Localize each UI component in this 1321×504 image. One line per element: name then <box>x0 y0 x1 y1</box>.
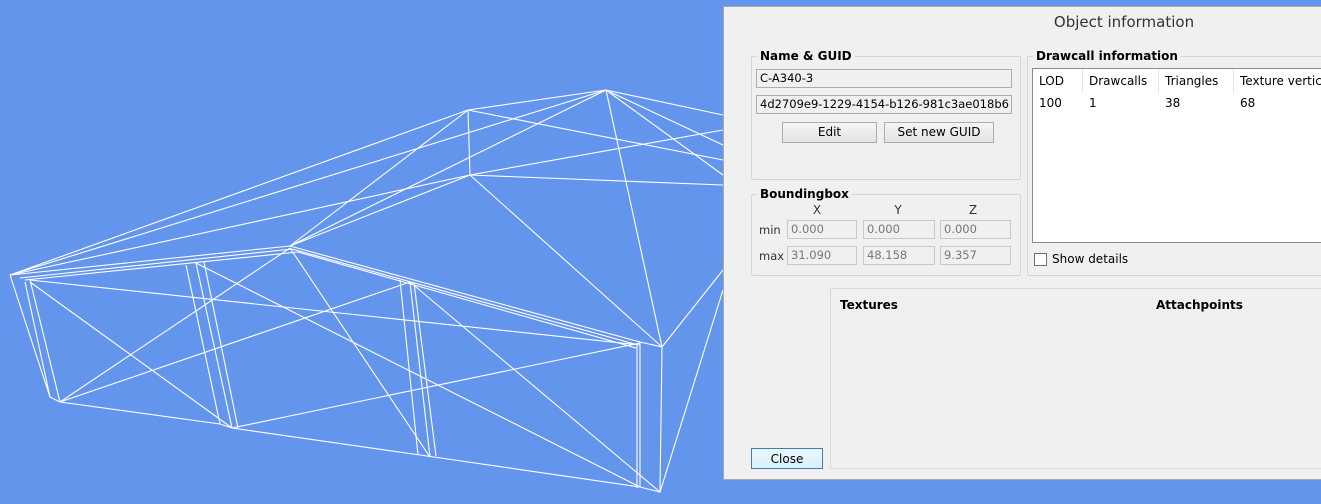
drawcall-label: Drawcall information <box>1033 49 1181 63</box>
boundingbox-group: Boundingbox X Y Z min max 0.000 0.000 0.… <box>751 187 1021 276</box>
wireframe-model <box>9 89 724 493</box>
name-field[interactable]: C-A340-3 <box>756 69 1012 88</box>
max-z-field: 9.357 <box>940 246 1011 265</box>
cell-texture-vertices: 68 <box>1240 96 1256 110</box>
cell-lod: 100 <box>1039 96 1062 110</box>
textures-label: Textures <box>840 298 898 312</box>
min-x-field: 0.000 <box>787 220 857 239</box>
cell-drawcalls: 1 <box>1089 96 1097 110</box>
axis-z-label: Z <box>968 203 978 217</box>
boundingbox-label: Boundingbox <box>757 187 852 201</box>
axis-x-label: X <box>812 203 822 217</box>
column-header-lod[interactable]: LOD <box>1033 69 1083 93</box>
drawcall-listview[interactable]: LOD Drawcalls Triangles Texture vertices… <box>1032 68 1321 243</box>
min-label: min <box>759 223 781 237</box>
textures-attachpoints-panel: Textures Attachpoints <box>830 288 1321 469</box>
cell-triangles: 38 <box>1165 96 1181 110</box>
show-details-checkbox[interactable] <box>1034 253 1047 266</box>
name-guid-group: Name & GUID C-A340-3 4d2709e9-1229-4154-… <box>751 49 1021 180</box>
axis-y-label: Y <box>894 203 902 217</box>
dialog-title: Object information <box>1053 13 1195 31</box>
max-y-field: 48.158 <box>863 246 935 265</box>
column-header-drawcalls[interactable]: Drawcalls <box>1083 69 1159 93</box>
min-z-field: 0.000 <box>940 220 1011 239</box>
column-header-triangles[interactable]: Triangles <box>1159 69 1234 93</box>
guid-field[interactable]: 4d2709e9-1229-4154-b126-981c3ae018b6 <box>756 95 1012 114</box>
edit-button[interactable]: Edit <box>782 122 877 143</box>
attachpoints-label: Attachpoints <box>1156 298 1243 312</box>
show-details-label[interactable]: Show details <box>1052 252 1128 266</box>
max-x-field: 31.090 <box>787 246 857 265</box>
max-label: max <box>759 249 785 263</box>
column-header-texture-vertices[interactable]: Texture vertices <box>1234 69 1321 93</box>
min-y-field: 0.000 <box>863 220 935 239</box>
close-button[interactable]: Close <box>751 448 823 469</box>
set-new-guid-button[interactable]: Set new GUID <box>884 122 994 143</box>
name-guid-label: Name & GUID <box>757 49 855 63</box>
